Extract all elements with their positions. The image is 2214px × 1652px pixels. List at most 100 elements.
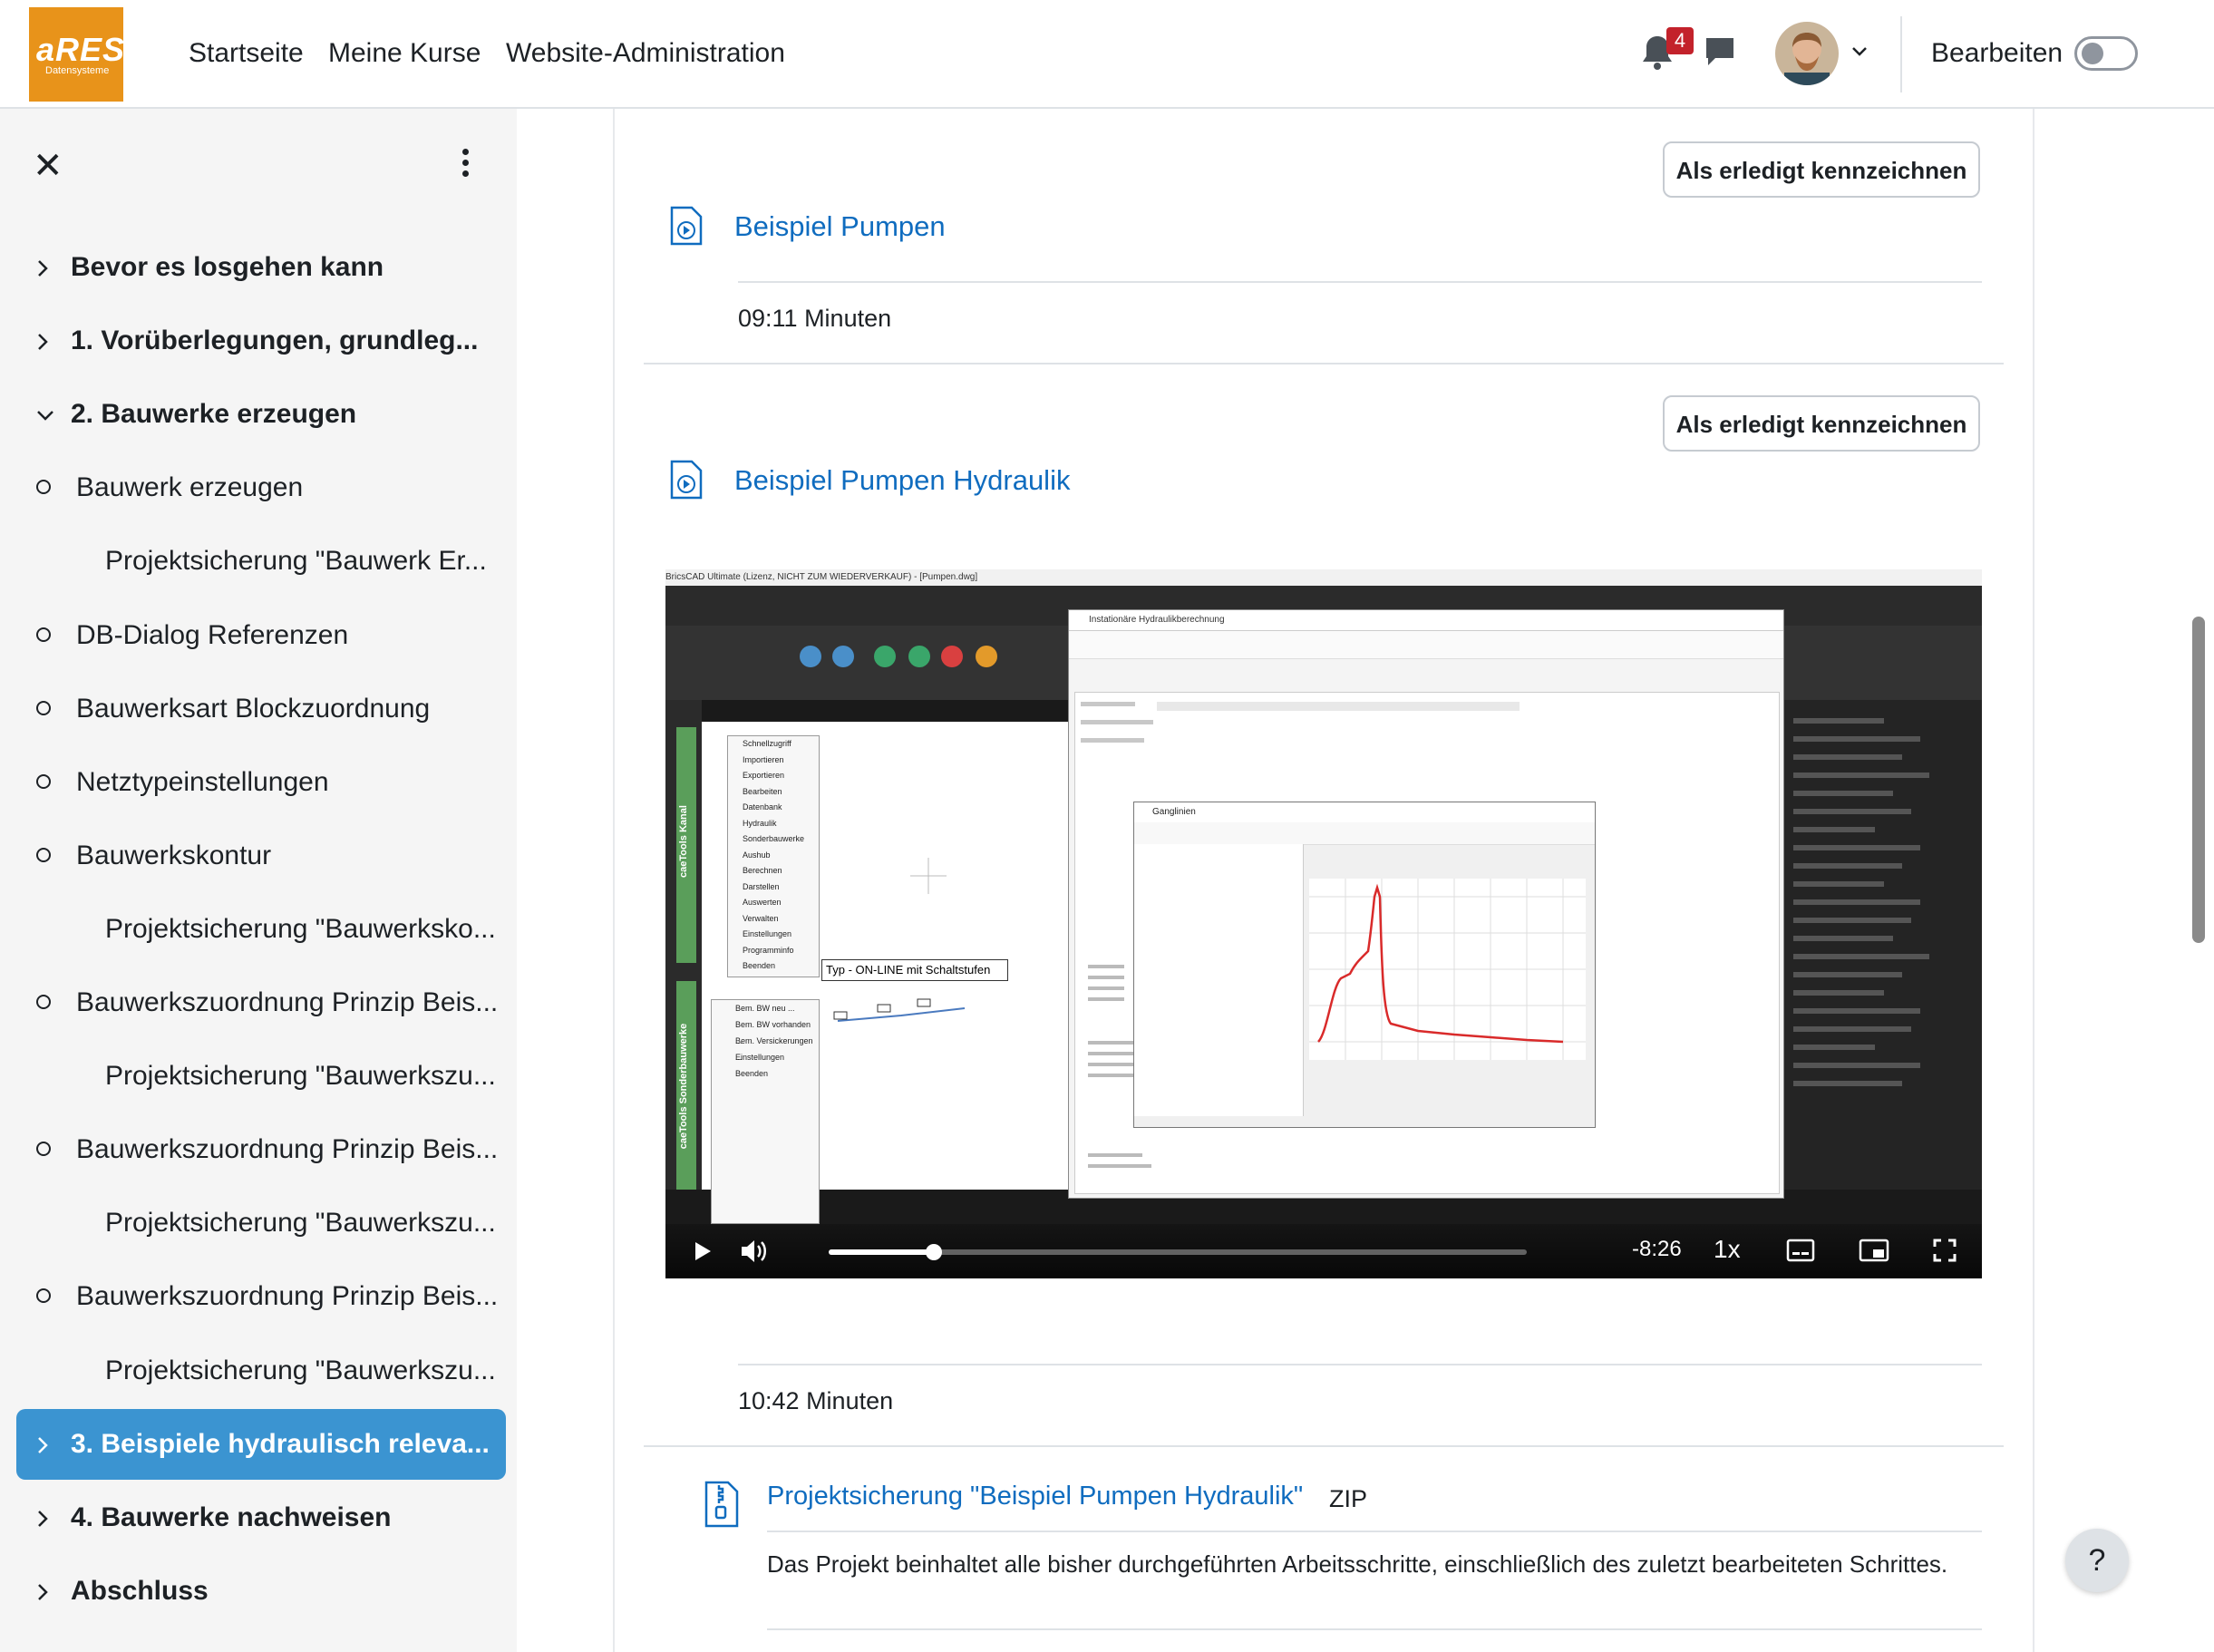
video-controls-bar: -8:26 1x — [665, 1224, 1982, 1278]
edit-mode-toggle[interactable] — [2074, 36, 2138, 71]
video-player[interactable]: BricsCAD Ultimate (Lizenz, NICHT ZUM WIE… — [665, 569, 1982, 1278]
drawer-item-label: Projektsicherung "Bauwerksko... — [105, 914, 496, 944]
video-frame-menu-item: Programminfo — [743, 945, 794, 955]
volume-icon[interactable] — [740, 1239, 767, 1268]
completion-circle-icon — [36, 627, 51, 642]
drawer-item[interactable]: DB-Dialog Referenzen — [16, 600, 506, 671]
activity-duration: 09:11 Minuten — [738, 305, 892, 332]
drawer-item[interactable]: Bauwerkszuordnung Prinzip Beis... — [16, 1114, 506, 1185]
video-activity-icon — [669, 459, 704, 500]
drawer-item[interactable]: 3. Beispiele hydraulisch releva... — [16, 1409, 506, 1480]
video-frame-menu-item: Importieren — [743, 754, 784, 764]
drawer-item-label: 1. Vorüberlegungen, grundleg... — [71, 326, 479, 355]
page-scrollbar[interactable] — [2192, 617, 2205, 943]
drawer-item[interactable]: Projektsicherung "Bauwerk Er... — [16, 526, 506, 597]
video-frame-sidebar-label: caeTools Sonderbauwerke — [678, 1023, 689, 1150]
drawer-options-kebab-icon[interactable] — [462, 149, 470, 181]
content-border-right — [2033, 109, 2034, 1652]
drawer-item[interactable]: 2. Bauwerke erzeugen — [16, 379, 506, 450]
logo-subtext: Datensysteme — [45, 65, 110, 76]
close-drawer-icon[interactable]: ✕ — [33, 145, 63, 187]
drawer-item[interactable]: Bevor es losgehen kann — [16, 232, 506, 303]
user-menu-chevron-down-icon[interactable] — [1851, 45, 1868, 62]
drawer-item[interactable]: 4. Bauwerke nachweisen — [16, 1482, 506, 1553]
play-icon[interactable] — [693, 1240, 713, 1267]
help-button[interactable]: ? — [2065, 1529, 2129, 1592]
drawer-item-label: 2. Bauwerke erzeugen — [71, 399, 357, 429]
chevron-right-icon[interactable] — [36, 1556, 54, 1627]
separator — [738, 281, 1982, 283]
completion-circle-icon — [36, 1288, 51, 1303]
separator — [738, 1364, 1982, 1365]
course-index-drawer: ✕ Bevor es losgehen kann 1. Vorüberlegung… — [0, 109, 517, 1652]
video-frame-graph-tree — [1134, 844, 1304, 1116]
drawer-item[interactable]: Projektsicherung "Bauwerkszu... — [16, 1041, 506, 1112]
drawer-item-label: Bauwerkszuordnung Prinzip Beis... — [76, 1134, 499, 1164]
resource-link-projektsicherung[interactable]: Projektsicherung "Beispiel Pumpen Hydrau… — [767, 1482, 1303, 1511]
drawer-item[interactable]: Projektsicherung "Bauwerkszu... — [16, 1336, 506, 1406]
drawer-item[interactable]: Bauwerkskontur — [16, 821, 506, 891]
completion-circle-icon — [36, 995, 51, 1009]
drawer-item[interactable]: Bauwerk erzeugen — [16, 452, 506, 523]
completion-circle-icon — [36, 774, 51, 789]
drawer-item[interactable]: Projektsicherung "Bauwerkszu... — [16, 1188, 506, 1258]
chevron-right-icon[interactable] — [36, 232, 54, 303]
mark-done-button-beispiel-pumpen-hydraulik[interactable]: Als erledigt kennzeichnen — [1663, 395, 1980, 452]
activity-link-beispiel-pumpen[interactable]: Beispiel Pumpen — [734, 210, 946, 243]
video-progress-handle[interactable] — [925, 1244, 942, 1260]
video-frame-dialog-toolbar — [1069, 631, 1783, 659]
video-frame-menu-item: Beenden — [743, 961, 776, 970]
drawer-item[interactable]: 1. Vorüberlegungen, grundleg... — [16, 306, 506, 376]
drawer-item[interactable]: Bauwerksart Blockzuordnung — [16, 674, 506, 744]
drawer-item-label: Bauwerkskontur — [76, 841, 272, 870]
video-progress-fill — [829, 1249, 934, 1255]
video-frame-graph-title: Ganglinien — [1134, 802, 1595, 823]
chevron-right-icon[interactable] — [36, 1482, 54, 1553]
video-frame-menu-item: Sonderbauwerke — [743, 834, 805, 843]
separator — [767, 1531, 1982, 1532]
drawer-item[interactable]: Netztypeinstellungen — [16, 747, 506, 818]
fullscreen-icon[interactable] — [1933, 1239, 1957, 1267]
chevron-down-icon[interactable] — [36, 379, 54, 450]
completion-circle-icon — [36, 701, 51, 715]
drawer-item[interactable]: Bauwerkszuordnung Prinzip Beis... — [16, 967, 506, 1038]
activity-link-beispiel-pumpen-hydraulik[interactable]: Beispiel Pumpen Hydraulik — [734, 464, 1070, 497]
drawer-item[interactable]: Bauwerkszuordnung Prinzip Beis... — [16, 1261, 506, 1332]
nav-link-startseite[interactable]: Startseite — [189, 38, 304, 69]
drawer-item-label: DB-Dialog Referenzen — [76, 620, 349, 650]
chevron-right-icon[interactable] — [36, 306, 54, 376]
video-frame-sidebar-label: caeTools Kanal — [678, 805, 689, 878]
edit-mode-label: Bearbeiten — [1931, 38, 2063, 68]
video-frame-menu-item: Datenbank — [743, 802, 782, 811]
drawer-item-label: Bauwerkszuordnung Prinzip Beis... — [76, 1281, 499, 1311]
video-frame-context-menu-sonderbauwerke: Bem. BW neu ... Bem. BW vorhanden ... Bem.… — [711, 999, 820, 1224]
navbar-divider — [1900, 16, 1902, 92]
playback-speed-button[interactable]: 1x — [1714, 1235, 1741, 1264]
resource-type-label: ZIP — [1329, 1485, 1368, 1512]
drawer-item[interactable]: Projektsicherung "Bauwerksko... — [16, 894, 506, 965]
captions-icon[interactable] — [1786, 1239, 1815, 1267]
drawer-item[interactable]: Abschluss — [16, 1556, 506, 1627]
picture-in-picture-icon[interactable] — [1859, 1239, 1889, 1267]
chevron-right-icon[interactable] — [36, 1409, 54, 1480]
drawer-item-label: Abschluss — [71, 1576, 209, 1606]
separator — [767, 1628, 1982, 1630]
user-avatar[interactable] — [1775, 22, 1839, 85]
logo-text: aRES — [36, 31, 126, 68]
top-navbar: aRES Datensysteme Startseite Meine Kurse… — [0, 0, 2214, 109]
video-progress-bar[interactable] — [829, 1244, 1527, 1260]
video-frame-context-menu: Schnellzugriff Importieren Exportieren Bear… — [727, 735, 820, 977]
messages-icon[interactable] — [1703, 34, 1737, 73]
nav-link-meine-kurse[interactable]: Meine Kurse — [328, 38, 481, 69]
video-frame-menu-item: Bem. BW vorhanden ... — [735, 1020, 811, 1045]
mark-done-button-beispiel-pumpen[interactable]: Als erledigt kennzeichnen — [1663, 141, 1980, 198]
drawer-item-label: 3. Beispiele hydraulisch releva... — [71, 1429, 490, 1459]
completion-circle-icon — [36, 848, 51, 862]
video-frame-window-title: BricsCAD Ultimate (Lizenz, NICHT ZUM WIE… — [665, 569, 1982, 586]
video-frame-menu-item: Darstellen — [743, 881, 780, 891]
nav-link-website-administration[interactable]: Website-Administration — [506, 38, 785, 69]
drawer-item-label: Netztypeinstellungen — [76, 767, 329, 797]
site-logo[interactable]: aRES Datensysteme — [29, 7, 126, 102]
video-frame-menu-item: Berechnen — [743, 866, 782, 875]
video-frame-menu-item: Bem. Versickerungen ... — [735, 1036, 813, 1062]
